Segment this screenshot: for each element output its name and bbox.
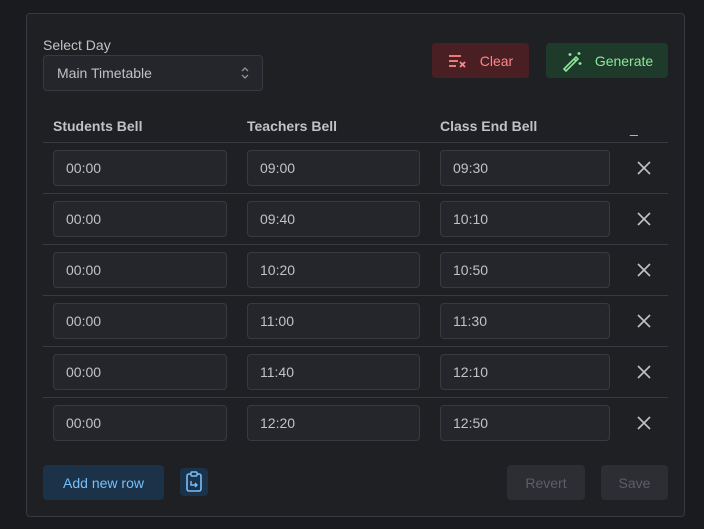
class-end-bell-input[interactable]: 12:50	[440, 405, 610, 441]
add-row-label: Add new row	[63, 474, 144, 491]
save-label: Save	[618, 474, 651, 491]
remove-row-close-icon[interactable]	[636, 160, 652, 176]
teachers-bell-input[interactable]: 09:40	[247, 201, 420, 237]
students-bell-input[interactable]: 00:00	[53, 150, 227, 186]
add-row-button[interactable]: Add new row	[43, 465, 164, 500]
revert-button[interactable]: Revert	[507, 465, 585, 500]
day-select[interactable]: Main Timetable	[43, 55, 263, 91]
header-teachers-bell: Teachers Bell	[247, 118, 338, 134]
clipboard-icon	[186, 471, 202, 492]
remove-row-close-icon[interactable]	[636, 262, 652, 278]
students-bell-input[interactable]: 00:00	[53, 201, 227, 237]
header-divider	[43, 142, 668, 143]
class-end-bell-input[interactable]: 10:10	[440, 201, 610, 237]
teachers-bell-input[interactable]: 09:00	[247, 150, 420, 186]
row-divider	[43, 244, 668, 245]
class-end-bell-input[interactable]: 12:10	[440, 354, 610, 390]
generate-label: Generate	[594, 52, 654, 69]
revert-label: Revert	[525, 474, 567, 491]
row-divider	[43, 346, 668, 347]
clear-all-icon	[448, 54, 466, 68]
remove-row-close-icon[interactable]	[636, 313, 652, 329]
paste-button[interactable]	[180, 468, 208, 496]
row-divider	[43, 193, 668, 194]
header-actions: _	[630, 120, 638, 136]
clear-button[interactable]: Clear	[432, 43, 529, 78]
class-end-bell-input[interactable]: 09:30	[440, 150, 610, 186]
students-bell-input[interactable]: 00:00	[53, 303, 227, 339]
header-students-bell: Students Bell	[53, 118, 143, 134]
clear-label: Clear	[479, 52, 514, 69]
teachers-bell-input[interactable]: 10:20	[247, 252, 420, 288]
teachers-bell-input[interactable]: 11:00	[247, 303, 420, 339]
remove-row-close-icon[interactable]	[636, 364, 652, 380]
students-bell-input[interactable]: 00:00	[53, 252, 227, 288]
day-select-value: Main Timetable	[57, 65, 152, 81]
students-bell-input[interactable]: 00:00	[53, 354, 227, 390]
teachers-bell-input[interactable]: 12:20	[247, 405, 420, 441]
wand-icon	[562, 51, 582, 72]
class-end-bell-input[interactable]: 10:50	[440, 252, 610, 288]
row-divider	[43, 295, 668, 296]
header-class-end-bell: Class End Bell	[440, 118, 538, 134]
class-end-bell-input[interactable]: 11:30	[440, 303, 610, 339]
students-bell-input[interactable]: 00:00	[53, 405, 227, 441]
row-divider	[43, 397, 668, 398]
select-day-label: Select Day	[43, 37, 111, 53]
save-button[interactable]: Save	[601, 465, 668, 500]
teachers-bell-input[interactable]: 11:40	[247, 354, 420, 390]
generate-button[interactable]: Generate	[546, 43, 668, 78]
remove-row-close-icon[interactable]	[636, 415, 652, 431]
remove-row-close-icon[interactable]	[636, 211, 652, 227]
selector-icon	[241, 67, 249, 79]
